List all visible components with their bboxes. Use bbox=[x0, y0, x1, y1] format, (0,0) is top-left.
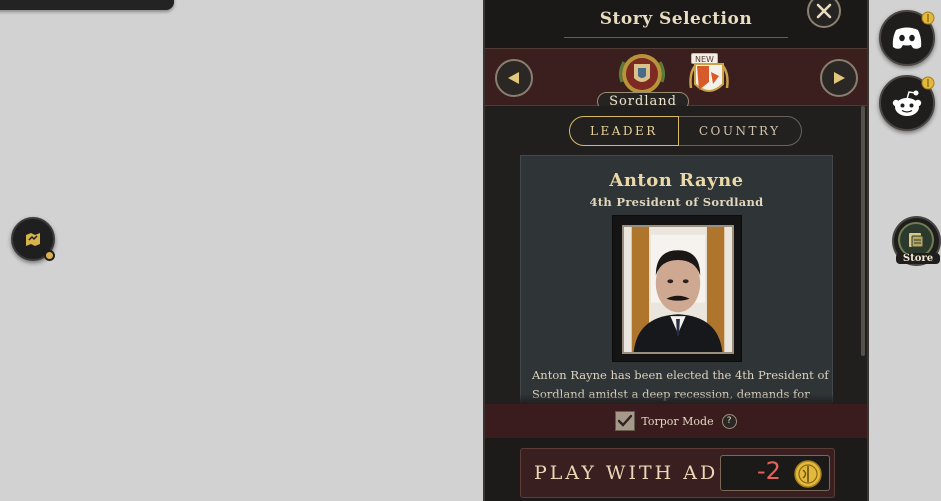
coin-badge-icon bbox=[921, 11, 935, 25]
torpor-mode-row: Torpor Mode ? bbox=[485, 404, 867, 438]
panel-header: Story Selection bbox=[485, 0, 867, 48]
reddit-icon bbox=[892, 90, 922, 116]
new-country-crest-icon[interactable] bbox=[687, 54, 731, 102]
close-button[interactable] bbox=[807, 0, 841, 28]
play-button-label: PLAY WITH ADS bbox=[534, 462, 735, 484]
reddit-button[interactable] bbox=[879, 75, 935, 131]
panel-title: Story Selection bbox=[563, 8, 789, 38]
story-content: LEADER COUNTRY Anton Rayne 4th President… bbox=[485, 106, 867, 405]
triangle-left-icon bbox=[508, 72, 519, 84]
coin-badge-icon bbox=[921, 76, 935, 90]
tab-country[interactable]: COUNTRY bbox=[678, 116, 802, 146]
next-country-button[interactable] bbox=[820, 59, 858, 97]
portrait-frame bbox=[612, 215, 742, 362]
story-selection-panel: Story Selection NEW Sordland LEADER COUN… bbox=[483, 0, 869, 501]
scrollbar[interactable] bbox=[861, 106, 865, 356]
store-icon bbox=[909, 233, 924, 248]
country-selector: NEW Sordland bbox=[485, 48, 867, 111]
leader-name: Anton Rayne bbox=[609, 170, 744, 191]
torpor-mode-label: Torpor Mode bbox=[641, 414, 714, 428]
discord-button[interactable] bbox=[879, 10, 935, 66]
store-button[interactable]: Store bbox=[892, 216, 941, 266]
content-fade bbox=[485, 394, 867, 404]
check-icon bbox=[618, 414, 633, 427]
leader-title: 4th President of Sordland bbox=[589, 195, 764, 209]
top-left-bar bbox=[0, 0, 174, 10]
map-button[interactable] bbox=[11, 217, 55, 261]
notification-dot bbox=[44, 250, 55, 261]
store-label: Store bbox=[896, 253, 940, 264]
discord-icon bbox=[892, 27, 922, 49]
play-area: PLAY WITH ADS -2 bbox=[485, 438, 867, 501]
help-button[interactable]: ? bbox=[721, 413, 737, 429]
torpor-mode-checkbox[interactable] bbox=[615, 411, 636, 431]
play-with-ads-button[interactable]: PLAY WITH ADS -2 bbox=[520, 448, 835, 498]
previous-country-button[interactable] bbox=[495, 59, 533, 97]
tab-bar: LEADER COUNTRY bbox=[569, 116, 802, 146]
triangle-right-icon bbox=[834, 72, 845, 84]
map-icon bbox=[26, 233, 40, 246]
cost-box: -2 bbox=[720, 455, 830, 491]
close-icon bbox=[816, 3, 832, 19]
cost-value: -2 bbox=[757, 457, 781, 485]
tab-leader[interactable]: LEADER bbox=[569, 116, 679, 146]
coin-icon bbox=[794, 460, 822, 488]
leader-portrait bbox=[622, 225, 734, 354]
